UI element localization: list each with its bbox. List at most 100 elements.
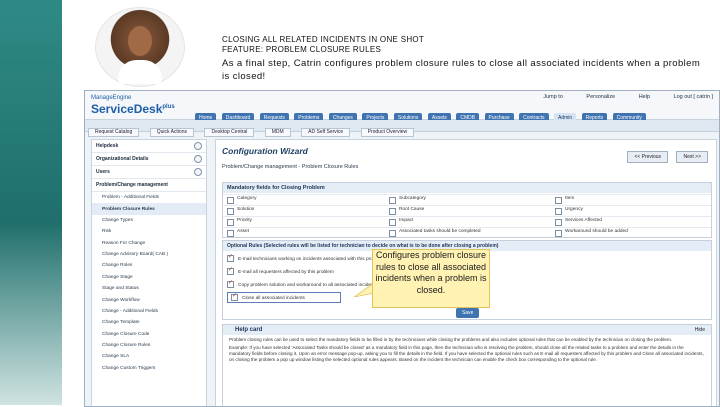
checkbox[interactable] xyxy=(555,219,562,226)
sidebar-section-label: Organizational Details xyxy=(96,156,149,162)
link-personalize[interactable]: Personalize xyxy=(586,94,615,100)
mandatory-row: Category Subcategory Item xyxy=(223,194,711,205)
checkbox-checked[interactable] xyxy=(227,266,234,275)
optional-rule[interactable]: E-mail technicians working on incidents … xyxy=(227,253,384,262)
save-button[interactable]: Save xyxy=(456,308,480,318)
rule-label: Close all associated incidents xyxy=(242,295,305,301)
checkbox[interactable] xyxy=(389,208,396,215)
previous-button[interactable]: << Previous xyxy=(627,151,669,163)
mandatory-grid: Category Subcategory Item Solution Root … xyxy=(223,194,711,238)
optional-rule-close-incidents[interactable]: Close all associated incidents xyxy=(227,292,341,303)
sidebar-section-problem-change[interactable]: Problem/Change management xyxy=(92,179,206,192)
mandatory-row: Priority Impact Services Affected xyxy=(223,216,711,227)
checkbox[interactable] xyxy=(389,230,396,237)
expand-icon[interactable] xyxy=(194,142,202,150)
avatar-shirt xyxy=(118,60,162,84)
field-label: Root Cause xyxy=(399,207,425,212)
sidebar-section-users[interactable]: Users xyxy=(92,166,206,179)
caption-line-1: CLOSING ALL RELATED INCIDENTS IN ONE SHO… xyxy=(222,35,425,44)
mandatory-header: Mandatory fields for Closing Problem xyxy=(223,183,711,193)
sidebar-item-change-types[interactable]: Change Types xyxy=(92,215,206,226)
sidebar-section-organizational[interactable]: Organizational Details xyxy=(92,153,206,166)
toolbar-product-overview[interactable]: Product Overview xyxy=(360,128,415,137)
checkbox-checked[interactable] xyxy=(227,253,234,262)
field-label: Item xyxy=(565,196,575,201)
sidebar-item-change-closure-code[interactable]: Change Closure Code xyxy=(92,329,206,340)
checkbox-checked[interactable] xyxy=(227,279,234,288)
field-label: Solution xyxy=(237,207,255,212)
toolbar-ad-self-service[interactable]: AD Self Service xyxy=(301,128,351,137)
sidebar-item-change-workflow[interactable]: Change Workflow xyxy=(92,294,206,305)
checkbox[interactable] xyxy=(227,230,234,237)
sidebar-item-change-sla[interactable]: Change SLA xyxy=(92,351,206,362)
wizard-buttons: << Previous Next >> xyxy=(623,145,708,163)
checkbox[interactable] xyxy=(555,197,562,204)
sidebar-item-change-template[interactable]: Change Template xyxy=(92,317,206,328)
toolbar-mdm[interactable]: MDM xyxy=(264,128,291,137)
field-label: Urgency xyxy=(565,207,583,212)
help-card: Help card Hide Problem closing rules can… xyxy=(222,324,712,406)
slide-caption: CLOSING ALL RELATED INCIDENTS IN ONE SHO… xyxy=(222,35,702,83)
sidebar-section-helpdesk[interactable]: Helpdesk xyxy=(92,140,206,153)
sidebar-item-change-closure-rules[interactable]: Change Closure Rules xyxy=(92,340,206,351)
app-logo[interactable]: ManageEngine ServiceDeskplus xyxy=(91,95,181,117)
checkbox[interactable] xyxy=(389,197,396,204)
logo-big: ServiceDeskplus xyxy=(91,101,181,116)
checkbox[interactable] xyxy=(227,208,234,215)
link-logout[interactable]: Log out [ catrin ] xyxy=(674,94,713,100)
link-help[interactable]: Help xyxy=(639,94,650,100)
admin-sidebar: Helpdesk Organizational Details Users Pr… xyxy=(91,139,207,406)
sidebar-section-label: Helpdesk xyxy=(96,143,119,149)
link-jump-to[interactable]: Jump to xyxy=(543,94,563,100)
sidebar-item-problem-closure-rules[interactable]: Problem Closure Rules xyxy=(92,203,206,215)
next-button[interactable]: Next >> xyxy=(676,151,708,163)
sidebar-item-change-custom-triggers[interactable]: Change Custom Triggers xyxy=(92,363,206,374)
sidebar-item-problem-additional-fields[interactable]: Problem - Additional Fields xyxy=(92,192,206,203)
sidebar-section-label: Problem/Change management xyxy=(96,182,168,188)
caption-line-2: FEATURE: PROBLEM CLOSURE RULES xyxy=(222,45,382,54)
callout-pointer-icon xyxy=(354,283,374,297)
toolbar-request-catalog[interactable]: Request Catalog xyxy=(88,128,140,137)
help-card-header: Help card Hide xyxy=(223,325,711,335)
field-label: Services Affected xyxy=(565,218,602,223)
toolbar-quick-actions[interactable]: Quick Actions xyxy=(149,128,194,137)
page-title: Configuration Wizard xyxy=(222,146,308,156)
field-label: Workaround should be added xyxy=(565,229,628,234)
help-paragraph-1: Problem closing rules can be used to sel… xyxy=(229,337,673,342)
field-label: Associated tasks should be completed xyxy=(399,229,481,234)
sidebar-item-cab[interactable]: Change Advisory Board( CAB ) xyxy=(92,249,206,260)
sidebar-section-label: Users xyxy=(96,169,110,175)
sidebar-item-risk[interactable]: Risk xyxy=(92,226,206,237)
expand-icon[interactable] xyxy=(194,155,202,163)
top-links: Jump to Personalize Help Log out [ catri… xyxy=(521,94,713,100)
checkbox[interactable] xyxy=(227,219,234,226)
mandatory-fields-box: Mandatory fields for Closing Problem Cat… xyxy=(222,182,712,238)
field-label: Asset xyxy=(237,229,249,234)
optional-rule[interactable]: E-mail all requesters affected by this p… xyxy=(227,266,334,275)
secondary-toolbar: Request Catalog Quick Actions Desktop Ce… xyxy=(85,120,719,137)
decorative-left-band xyxy=(0,0,62,405)
help-card-title: Help card xyxy=(235,327,263,333)
sidebar-item-change-stage[interactable]: Change Stage xyxy=(92,272,206,283)
checkbox[interactable] xyxy=(389,219,396,226)
field-label: Priority xyxy=(237,218,252,223)
logo-suffix: plus xyxy=(162,104,175,110)
rule-label: E-mail technicians working on incidents … xyxy=(238,256,384,262)
mandatory-row: Asset Associated tasks should be complet… xyxy=(223,227,711,238)
logo-big-text: ServiceDesk xyxy=(91,102,163,116)
sidebar-item-stage-and-status[interactable]: Stage and Status xyxy=(92,283,206,294)
checkbox-checked[interactable] xyxy=(231,292,238,301)
rule-label: E-mail all requesters affected by this p… xyxy=(238,269,334,275)
sidebar-item-change-additional-fields[interactable]: Change - Additional Fields xyxy=(92,306,206,317)
expand-icon[interactable] xyxy=(194,168,202,176)
sidebar-item-change-roles[interactable]: Change Roles xyxy=(92,260,206,271)
checkbox[interactable] xyxy=(555,208,562,215)
sidebar-item-reason-for-change[interactable]: Reason For Change xyxy=(92,238,206,249)
checkbox[interactable] xyxy=(555,230,562,237)
caption-line-3: As a final step, Catrin configures probl… xyxy=(222,58,701,82)
field-label: Impact xyxy=(399,218,414,223)
hide-help-link[interactable]: Hide xyxy=(695,327,705,333)
toolbar-desktop-central[interactable]: Desktop Central xyxy=(204,128,255,137)
presenter-avatar xyxy=(95,7,185,87)
checkbox[interactable] xyxy=(227,197,234,204)
